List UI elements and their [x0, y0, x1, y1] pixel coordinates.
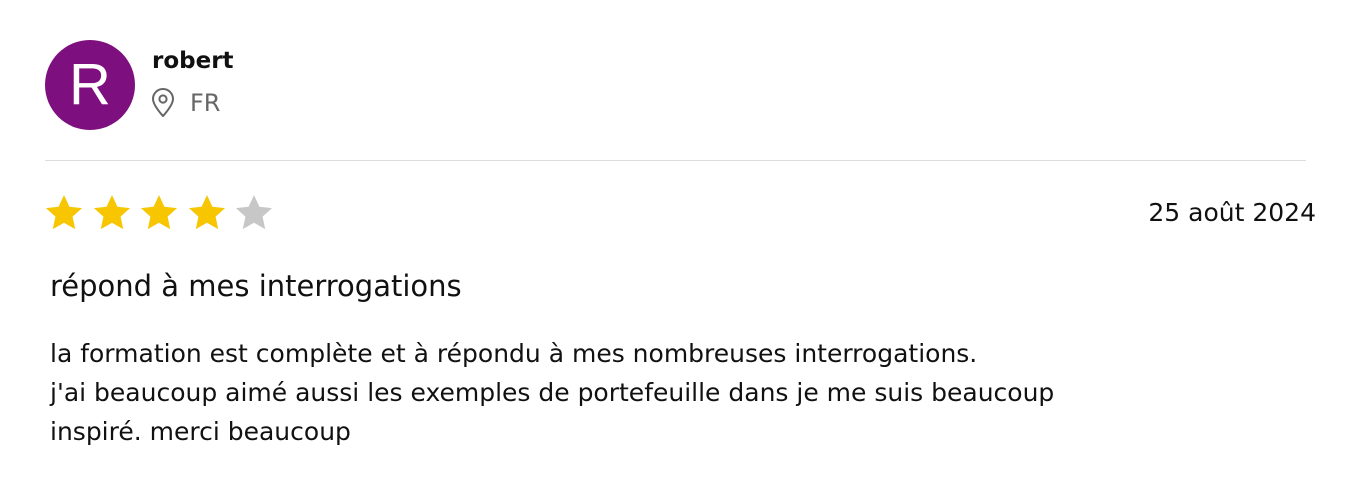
location-pin-icon — [150, 88, 176, 118]
star-icon — [138, 192, 180, 234]
reviewer-location: FR — [150, 86, 220, 120]
star-icon — [91, 192, 133, 234]
review-body: la formation est complète et à répondu à… — [50, 334, 1270, 451]
avatar: R — [45, 40, 135, 130]
star-icon — [43, 192, 85, 234]
reviewer-name: robert — [152, 48, 234, 74]
review-title: répond à mes interrogations — [50, 269, 462, 303]
star-rating — [43, 192, 281, 234]
reviewer-country: FR — [190, 89, 221, 117]
review-date: 25 août 2024 — [1148, 198, 1316, 227]
review-card: R robert FR 25 août 2024 répond à mes in… — [0, 0, 1346, 480]
star-icon — [233, 192, 275, 234]
divider — [45, 160, 1306, 161]
review-body-text: la formation est complète et à répondu à… — [50, 339, 1055, 446]
star-icon — [186, 192, 228, 234]
